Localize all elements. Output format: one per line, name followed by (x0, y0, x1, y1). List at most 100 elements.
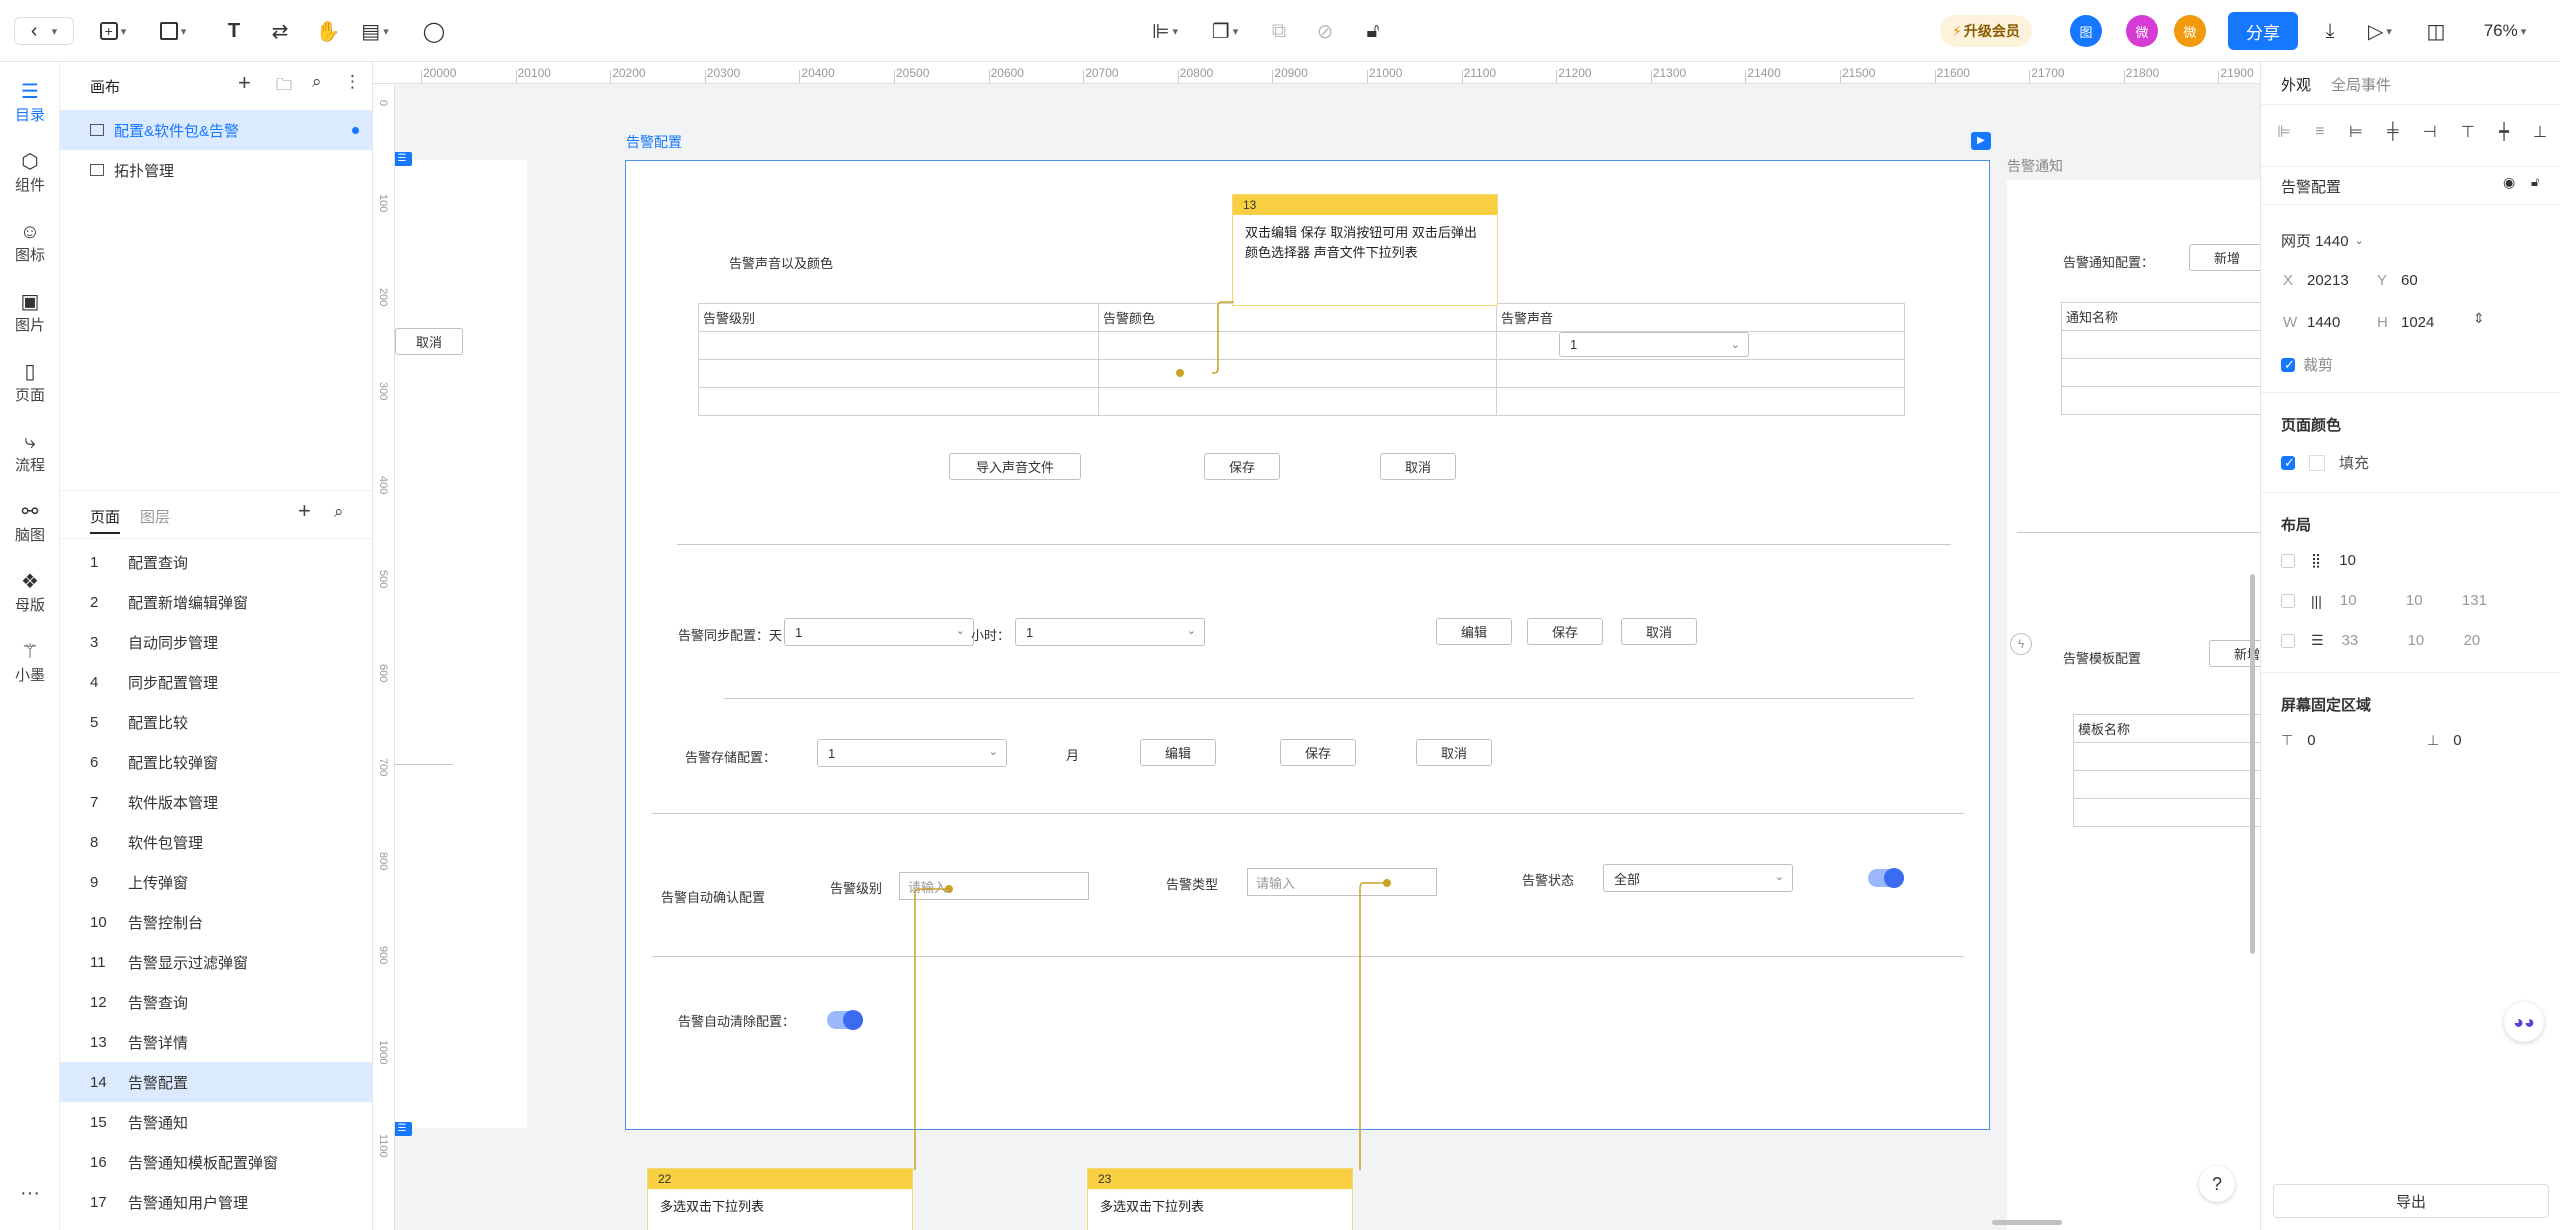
distribute-h-icon[interactable]: ╪ (2387, 123, 2398, 141)
page-item[interactable]: 16 告警通知模板配置弹窗 (60, 1142, 373, 1182)
shape-tool-button[interactable]: ▾ (156, 17, 190, 45)
checkbox[interactable] (2281, 633, 2295, 648)
page-item[interactable]: 6 配置比较弹窗 (60, 742, 373, 782)
ungroup-icon: ⊘ (1316, 20, 1334, 43)
export-button[interactable]: 导出 (2273, 1184, 2549, 1218)
check-icon[interactable] (2281, 455, 2295, 471)
page-item[interactable]: 4 同步配置管理 (60, 662, 373, 702)
upgrade-button[interactable]: ⚡ 升级会员 (1940, 15, 2032, 47)
add-button[interactable]: 新增 (2189, 244, 2260, 271)
hand-tool-button[interactable]: ✋ (314, 17, 342, 45)
tab-global-events[interactable]: 全局事件 (2331, 74, 2391, 95)
page-item[interactable]: 10 告警控制台 (60, 902, 373, 942)
comment-tool-button[interactable]: ◯ (420, 17, 448, 45)
add-page-button[interactable]: + ▾ (96, 17, 130, 45)
page-item[interactable]: 9 上传弹窗 (60, 862, 373, 902)
checkbox[interactable] (2281, 593, 2295, 608)
page-item[interactable]: 8 软件包管理 (60, 822, 373, 862)
tab-pages[interactable]: 页面 (90, 506, 120, 527)
ruler-label: 21500 (1842, 66, 1876, 80)
rail-item-components[interactable]: ⬡ 组件 (0, 150, 60, 195)
eye-icon[interactable]: ◉ (2503, 174, 2515, 191)
x-field[interactable]: 20213 (2307, 272, 2349, 289)
color-swatch[interactable] (2309, 454, 2325, 471)
align-v-center-icon[interactable]: ┿ (2499, 122, 2509, 142)
lock-button[interactable]: 🔓︎ (1360, 17, 1386, 45)
page-item[interactable]: 2 配置新增编辑弹窗 (60, 582, 373, 622)
height-field[interactable]: 1024 (2401, 314, 2434, 331)
avatar[interactable]: 微 (2126, 15, 2158, 47)
page-item[interactable]: 17 告警通知用户管理 (60, 1182, 373, 1222)
more-icon[interactable]: ⋮ (344, 72, 361, 92)
note-tool-button[interactable]: ▤ ▾ (358, 17, 392, 45)
align-h-center-icon[interactable]: ⊣ (2423, 122, 2437, 142)
zoom-select[interactable]: 76% ▾ (2472, 17, 2538, 45)
align-bottom-icon[interactable]: ⊥ (2533, 122, 2547, 142)
rail-item-directory[interactable]: ☰ 目录 (0, 80, 60, 125)
tab-layers[interactable]: 图层 (140, 506, 170, 527)
avatar[interactable]: 图 (2070, 15, 2102, 47)
page-item[interactable]: 15 告警通知 (60, 1102, 373, 1142)
lock-icon[interactable]: 🔓︎ (2531, 174, 2539, 190)
page-item[interactable]: 14 告警配置 (60, 1062, 373, 1102)
page-number: 6 (90, 753, 99, 771)
align-right-icon[interactable]: ⊨ (2349, 122, 2363, 142)
folder-icon[interactable]: 🗀︎ (276, 74, 292, 101)
canvas-item[interactable]: 配置&软件包&告警 (60, 110, 373, 150)
more-button[interactable]: ··· (0, 1182, 60, 1205)
width-field[interactable]: 1440 (2307, 314, 2340, 331)
rail-item-ai[interactable]: ⚚ 小墨 (0, 640, 60, 685)
search-icon[interactable]: ⌕ (312, 72, 322, 92)
rail-item-images[interactable]: ▣ 图片 (0, 290, 60, 335)
vertical-scrollbar[interactable] (2250, 574, 2255, 954)
text-tool-button[interactable]: T (220, 17, 248, 45)
y-field[interactable]: 60 (2401, 272, 2418, 289)
align-center-icon[interactable]: ≡ (2315, 123, 2324, 141)
add-canvas-icon[interactable]: + (238, 70, 251, 96)
ungroup-button[interactable]: ⊘ (1312, 17, 1338, 45)
horizontal-scrollbar[interactable] (1992, 1220, 2062, 1225)
resize-icon[interactable]: ⇕ (2473, 310, 2485, 327)
avatar[interactable]: 微 (2174, 15, 2206, 47)
checkbox[interactable] (2281, 553, 2295, 568)
share-button[interactable]: 分享 (2228, 12, 2298, 50)
download-button[interactable]: ⤓ (2316, 17, 2344, 45)
ruler-label: 100 (377, 194, 389, 213)
page-item[interactable]: 3 自动同步管理 (60, 622, 373, 662)
page-item[interactable]: 11 告警显示过滤弹窗 (60, 942, 373, 982)
align-left-icon[interactable]: ⊫ (2277, 122, 2291, 142)
page-item[interactable]: 13 告警详情 (60, 1022, 373, 1062)
add-page-icon[interactable]: + (298, 498, 311, 524)
rail-item-pages[interactable]: ▯ 页面 (0, 360, 60, 405)
ruler-label: 20000 (423, 66, 457, 80)
rail-item-flow[interactable]: ⤷ 流程 (0, 430, 60, 475)
panel-toggle-button[interactable]: ◫ (2422, 17, 2450, 45)
page-preset-select[interactable]: 网页 1440 ⌄ (2281, 230, 2364, 251)
back-button[interactable]: ‹ ▾ (14, 17, 74, 45)
canvas-item[interactable]: 拓扑管理 (60, 150, 373, 190)
arrange-button[interactable]: ❐ ▾ (1206, 17, 1244, 45)
lightning-icon[interactable]: ϟ (2010, 633, 2032, 655)
align-top-icon[interactable]: ⊤ (2461, 122, 2475, 142)
page-item[interactable]: 1 配置查询 (60, 542, 373, 582)
page-item[interactable]: 12 告警查询 (60, 982, 373, 1022)
rail-item-master[interactable]: ❖ 母版 (0, 570, 60, 615)
rail-item-mindmap[interactable]: ⚯ 脑图 (0, 500, 60, 545)
left-rail: ☰ 目录 ⬡ 组件 ☺ 图标 ▣ 图片 ▯ 页面 ⤷ 流程 ⚯ 脑图 ❖ 母版 ⚚ 小墨 ··· (0, 62, 60, 1230)
search-icon[interactable]: ⌕ (334, 502, 344, 522)
canvas[interactable]: 取消 ☰ 告警配置 ▶ 告警通知 告警声音以及颜色 告警级别 告警颜色 告警声音… (395, 84, 2260, 1230)
preview-button[interactable]: ▷ ▾ (2362, 17, 2398, 45)
rail-item-icons[interactable]: ☺ 图标 (0, 220, 60, 265)
page-item[interactable]: 5 配置比较 (60, 702, 373, 742)
connector-tool-button[interactable]: ⇄ (266, 17, 294, 45)
ruler-label: 20900 (1274, 66, 1308, 80)
group-button[interactable]: ⧉ (1266, 17, 1292, 45)
clip-checkbox[interactable]: 裁剪 (2281, 354, 2333, 375)
align-button[interactable]: ⊫ ▾ (1146, 17, 1184, 45)
group-icon: ⧉ (1271, 19, 1287, 42)
page-item[interactable]: 7 软件版本管理 (60, 782, 373, 822)
right-frame[interactable]: 告警通知配置： 新增 通知名称 告警模板配置 新增 模板名称 (2007, 180, 2260, 1230)
assistant-icon[interactable]: ◕◕ (2504, 1002, 2544, 1042)
help-button[interactable]: ? (2199, 1166, 2235, 1202)
tab-appearance[interactable]: 外观 (2281, 74, 2311, 95)
